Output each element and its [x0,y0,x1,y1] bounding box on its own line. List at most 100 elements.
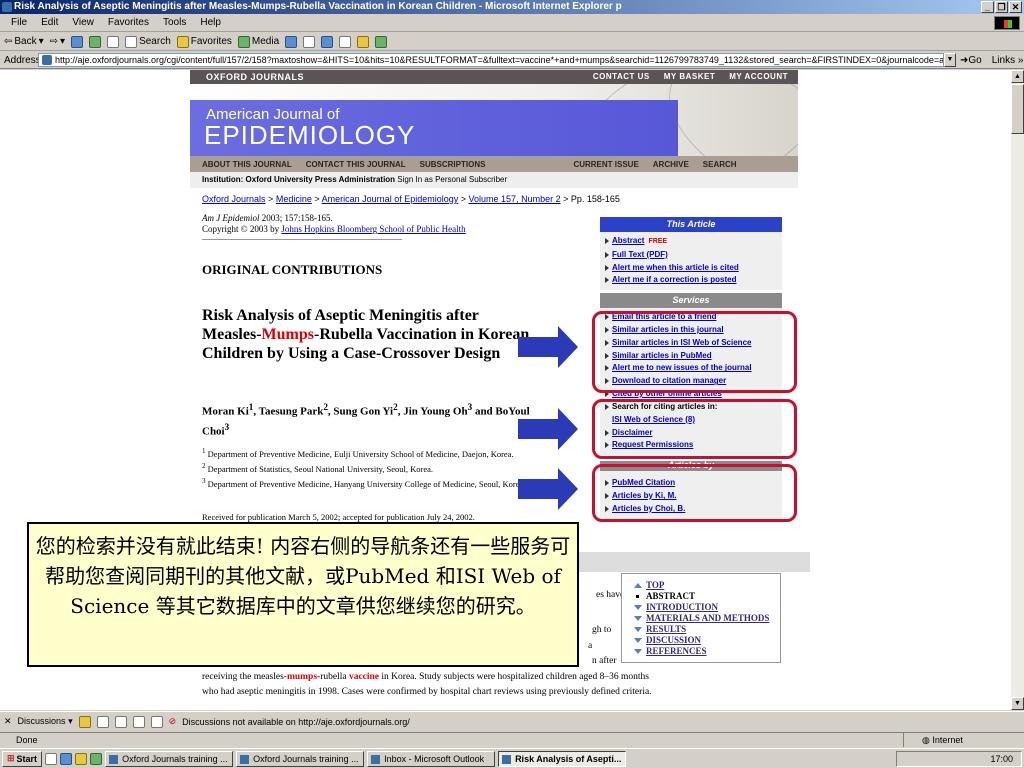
security-zone: ◍ Internet [903,733,1013,747]
breadcrumb-volume[interactable]: Volume 157, Number 2 [469,194,561,204]
minimize-button[interactable]: _ [981,1,994,13]
discussion-tool-icon[interactable] [78,715,91,728]
scroll-up-icon[interactable]: ▲ [1011,70,1024,83]
home-icon[interactable] [107,35,120,48]
full-text-pdf-link[interactable]: Full Text (PDF) [604,249,778,262]
stop-icon[interactable] [71,35,84,48]
menu-favorites[interactable]: Favorites [101,17,156,28]
my-account-link[interactable]: MY ACCOUNT [729,70,788,84]
search-button[interactable]: Search [125,35,171,48]
toc-results[interactable]: RESULTS [626,624,776,635]
highlight-box-services [592,311,797,393]
toc-references[interactable]: REFERENCES [626,646,776,657]
nav-contact-journal[interactable]: CONTACT THIS JOURNAL [306,160,406,169]
nav-subscriptions[interactable]: SUBSCRIPTIONS [420,160,486,169]
discussion-tool-icon[interactable] [96,715,109,728]
nav-search[interactable]: SEARCH [703,160,737,169]
address-input[interactable]: http://aje.oxfordjournals.org/cgi/conten… [38,53,944,67]
alert-correction-link[interactable]: Alert me if a correction is posted [604,274,778,287]
task-oxford-training-1[interactable]: Oxford Journals training ... [105,750,234,767]
print-icon[interactable] [321,35,334,48]
menu-view[interactable]: View [65,17,101,28]
toc-methods[interactable]: MATERIALS AND METHODS [626,613,776,624]
forward-button[interactable]: ⇨ ▾ [50,36,65,47]
scroll-down-icon[interactable]: ▼ [1011,697,1024,710]
go-button[interactable]: ➜Go [960,55,982,66]
restore-button[interactable]: ❐ [995,1,1008,13]
abstract-fragment: es have [596,590,625,600]
task-outlook-inbox[interactable]: Inbox - Microsoft Outlook [367,750,496,767]
breadcrumb-journal[interactable]: American Journal of Epidemiology [322,194,459,204]
refresh-icon[interactable] [89,35,102,48]
citation-journal: Am J Epidemiol [202,213,260,223]
clock[interactable]: 17:00 [990,754,1013,764]
internet-globe-icon: ◍ [922,735,930,745]
sign-in-link[interactable]: Sign In as Personal Subscriber [397,175,507,184]
alert-cited-link[interactable]: Alert me when this article is cited [604,262,778,275]
task-oxford-training-2[interactable]: Oxford Journals training ... [236,750,365,767]
discussions-button[interactable]: Discussions ▾ [18,716,73,727]
ie-logo-icon [2,2,12,12]
highlight-mumps: mumps [286,672,318,682]
menu-file[interactable]: File [4,17,34,28]
menu-help[interactable]: Help [193,17,228,28]
toc-top[interactable]: TOP [626,580,776,591]
nav-current-issue[interactable]: CURRENT ISSUE [573,160,638,169]
media-button[interactable]: Media [237,35,279,48]
no-entry-icon: ⊘ [168,716,177,726]
close-button[interactable]: ✕ [1009,1,1022,13]
discussion-tool-icon[interactable] [114,715,127,728]
links-button[interactable]: Links » [992,55,1024,66]
abstract-text: receiving the measles-mumps-rubella vacc… [202,672,652,697]
nav-archive[interactable]: ARCHIVE [653,160,689,169]
abstract-link[interactable]: Abstract FREE [604,235,778,249]
received-date: Received for publication March 5, 2002; … [202,512,475,522]
breadcrumb-medicine[interactable]: Medicine [276,194,312,204]
publisher-nav: CONTACT US MY BASKET MY ACCOUNT [593,70,788,84]
my-basket-link[interactable]: MY BASKET [664,70,715,84]
status-bar: Done ◍ Internet [0,732,1024,747]
quick-launch-outlook-icon[interactable] [75,752,88,765]
breadcrumb-oxford-journals[interactable]: Oxford Journals [202,194,266,204]
vertical-scrollbar[interactable]: ▲ ▼ [1011,70,1024,710]
copyright-holder-link[interactable]: Johns Hopkins Bloomberg School of Public… [281,224,465,234]
discussion-tool-icon[interactable] [150,715,163,728]
menu-edit[interactable]: Edit [34,17,65,28]
messenger-icon[interactable] [357,35,370,48]
abstract-fragment: a [588,641,593,651]
divider [202,239,402,240]
contact-us-link[interactable]: CONTACT US [593,70,650,84]
task-risk-analysis[interactable]: Risk Analysis of Asepti... [498,750,627,767]
this-article-box: Abstract FREE Full Text (PDF) Alert me wh… [600,232,782,291]
research-icon[interactable] [375,35,388,48]
abstract-fragment: n after [592,656,617,666]
discussion-tool-icon[interactable] [132,715,145,728]
menu-tools[interactable]: Tools [156,17,193,28]
arrow-right-icon [518,408,578,450]
search-icon [125,35,138,48]
nav-about-journal[interactable]: ABOUT THIS JOURNAL [202,160,292,169]
address-dropdown-icon[interactable]: ▼ [944,53,956,67]
quick-launch-ie-icon[interactable] [60,752,73,765]
banner-title[interactable]: EPIDEMIOLOGY [204,120,415,151]
copyright-prefix: Copyright © 2003 by [202,224,280,234]
start-button[interactable]: ⊞ Start [2,750,43,767]
publisher-name[interactable]: OXFORD JOURNALS [206,72,304,82]
back-button[interactable]: ⇦ Back ▾ [4,36,44,47]
mail-icon[interactable] [303,35,316,48]
standard-toolbar: ⇦ Back ▾ ⇨ ▾ Search Favorites Media [0,33,1024,51]
edit-icon[interactable] [339,35,352,48]
history-icon[interactable] [285,35,298,48]
scroll-thumb[interactable] [1011,84,1024,134]
journal-banner: American Journal of EPIDEMIOLOGY [190,84,798,156]
journal-nav: ABOUT THIS JOURNAL CONTACT THIS JOURNAL … [190,156,798,172]
toc-discussion[interactable]: DISCUSSION [626,635,776,646]
quick-launch-desktop-icon[interactable] [45,752,58,765]
highlight-box-citing [592,399,797,459]
author-list: Moran Ki1, Taesung Park2, Sung Gon Yi2, … [202,402,530,438]
favorites-button[interactable]: Favorites [176,35,232,48]
window-title-bar[interactable]: Risk Analysis of Aseptic Meningitis afte… [0,0,1024,14]
close-toolbar-icon[interactable]: ✕ [4,716,12,727]
quick-launch-app-icon[interactable] [90,752,103,765]
toc-introduction[interactable]: INTRODUCTION [626,602,776,613]
